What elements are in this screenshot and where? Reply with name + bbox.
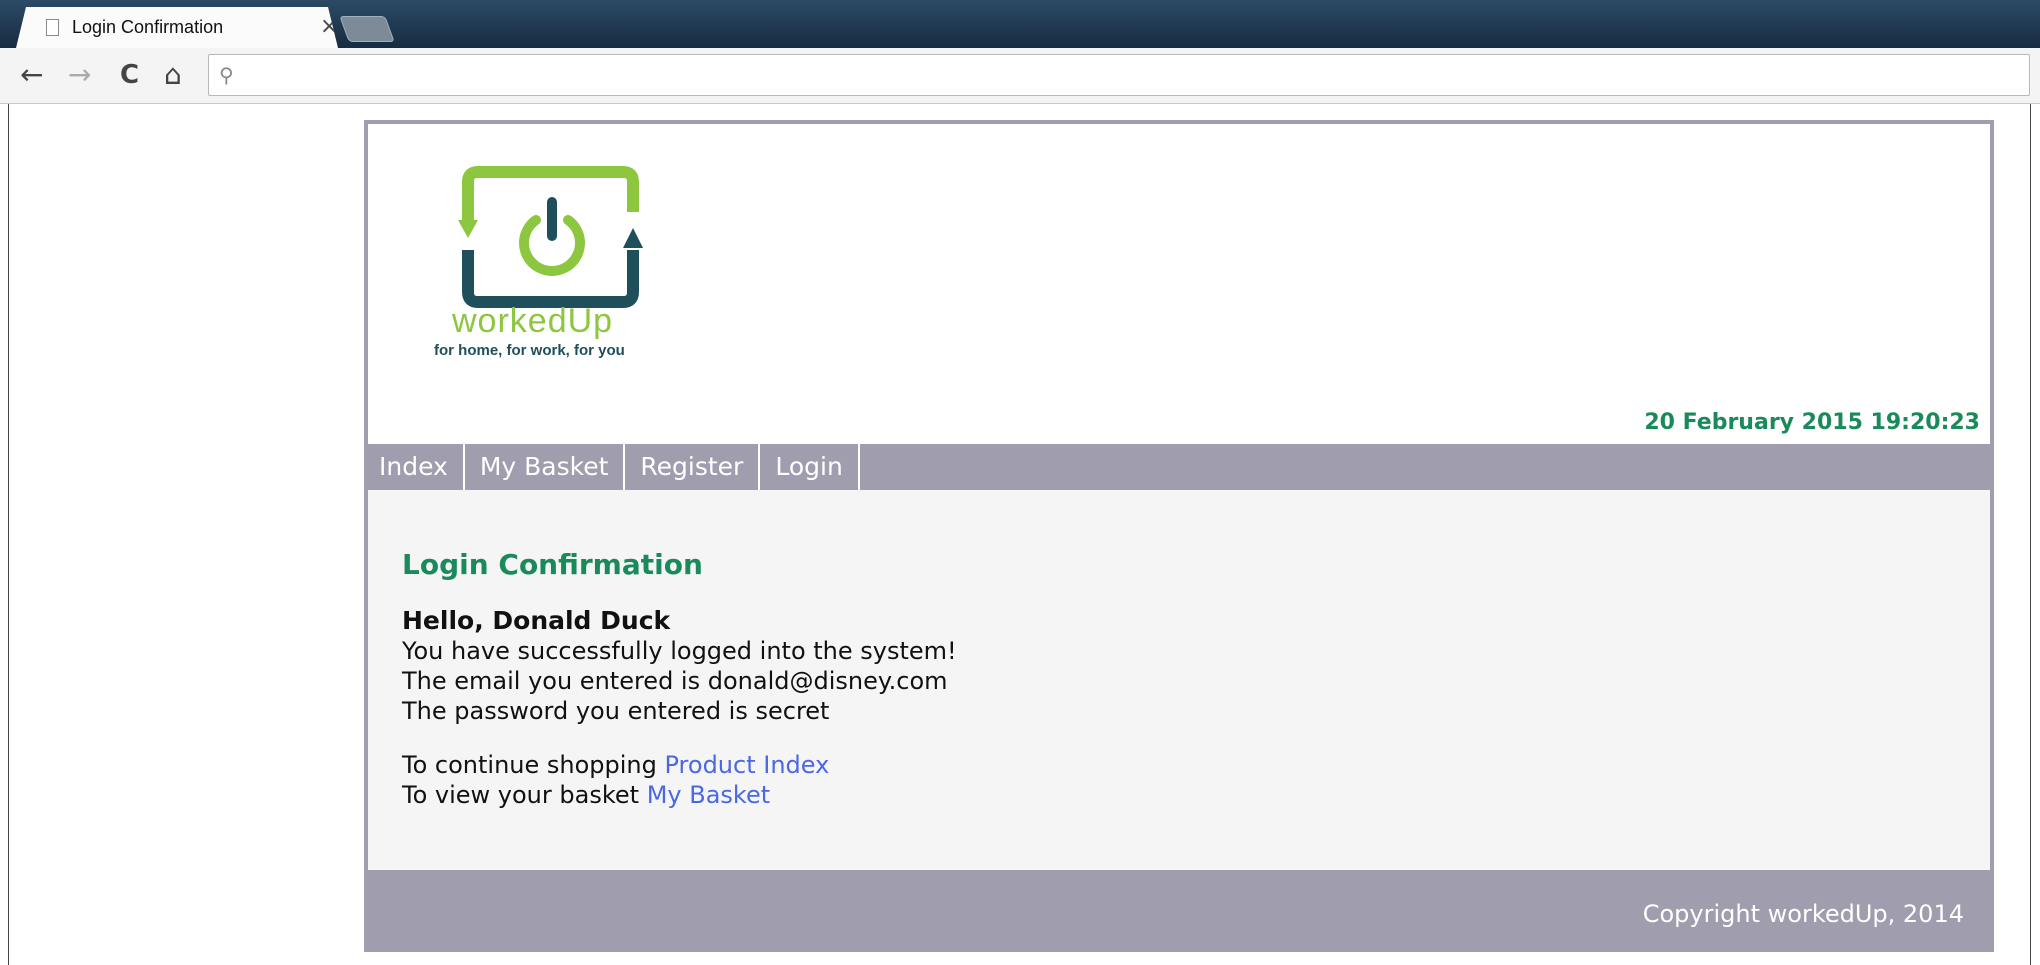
page-title: Login Confirmation: [402, 548, 703, 581]
forward-arrow-icon[interactable]: →: [68, 60, 91, 90]
basket-line: To view your basket My Basket: [402, 780, 957, 810]
product-index-link[interactable]: Product Index: [665, 751, 830, 779]
main-content: Login Confirmation Hello, Donald Duck Yo…: [364, 490, 1994, 870]
back-arrow-icon[interactable]: ←: [20, 60, 43, 90]
site-header: workedUp for home, for work, for you 20 …: [364, 120, 1994, 444]
site-container: workedUp for home, for work, for you 20 …: [364, 120, 1994, 952]
logo-tagline: for home, for work, for you: [434, 342, 625, 359]
confirmation-body: Hello, Donald Duck You have successfully…: [402, 606, 957, 810]
browser-tab[interactable]: Login Confirmation ×: [16, 7, 338, 48]
browser-tab-strip: Login Confirmation ×: [0, 0, 2040, 48]
site-nav: Index My Basket Register Login: [364, 444, 1994, 490]
nav-item-index[interactable]: Index: [364, 444, 465, 490]
tab-title: Login Confirmation: [72, 17, 224, 37]
basket-text: To view your basket: [402, 781, 647, 809]
my-basket-link[interactable]: My Basket: [647, 781, 770, 809]
home-icon[interactable]: ⌂: [164, 60, 182, 90]
search-icon: ⚲: [219, 63, 234, 87]
continue-line: To continue shopping Product Index: [402, 750, 957, 780]
success-message: You have successfully logged into the sy…: [402, 637, 957, 665]
greeting: Hello, Donald Duck: [402, 606, 671, 635]
copyright-text: Copyright workedUp, 2014: [1642, 900, 1964, 928]
password-message: The password you entered is secret: [402, 697, 830, 725]
reload-icon[interactable]: C: [120, 60, 139, 90]
nav-item-register[interactable]: Register: [625, 444, 761, 490]
nav-item-login[interactable]: Login: [760, 444, 860, 490]
nav-item-my-basket[interactable]: My Basket: [465, 444, 626, 490]
page-icon: [46, 19, 59, 36]
email-message: The email you entered is donald@disney.c…: [402, 667, 948, 695]
logo-wordmark: workedUp: [452, 302, 614, 340]
new-tab-button[interactable]: [339, 16, 395, 42]
current-datetime: 20 February 2015 19:20:23: [1644, 410, 1980, 435]
address-bar[interactable]: ⚲: [208, 54, 2030, 96]
browser-toolbar: ← → C ⌂ ⚲: [0, 48, 2040, 104]
tab-close-icon[interactable]: ×: [320, 14, 338, 39]
continue-text: To continue shopping: [402, 751, 665, 779]
site-footer: Copyright workedUp, 2014: [364, 870, 1994, 952]
